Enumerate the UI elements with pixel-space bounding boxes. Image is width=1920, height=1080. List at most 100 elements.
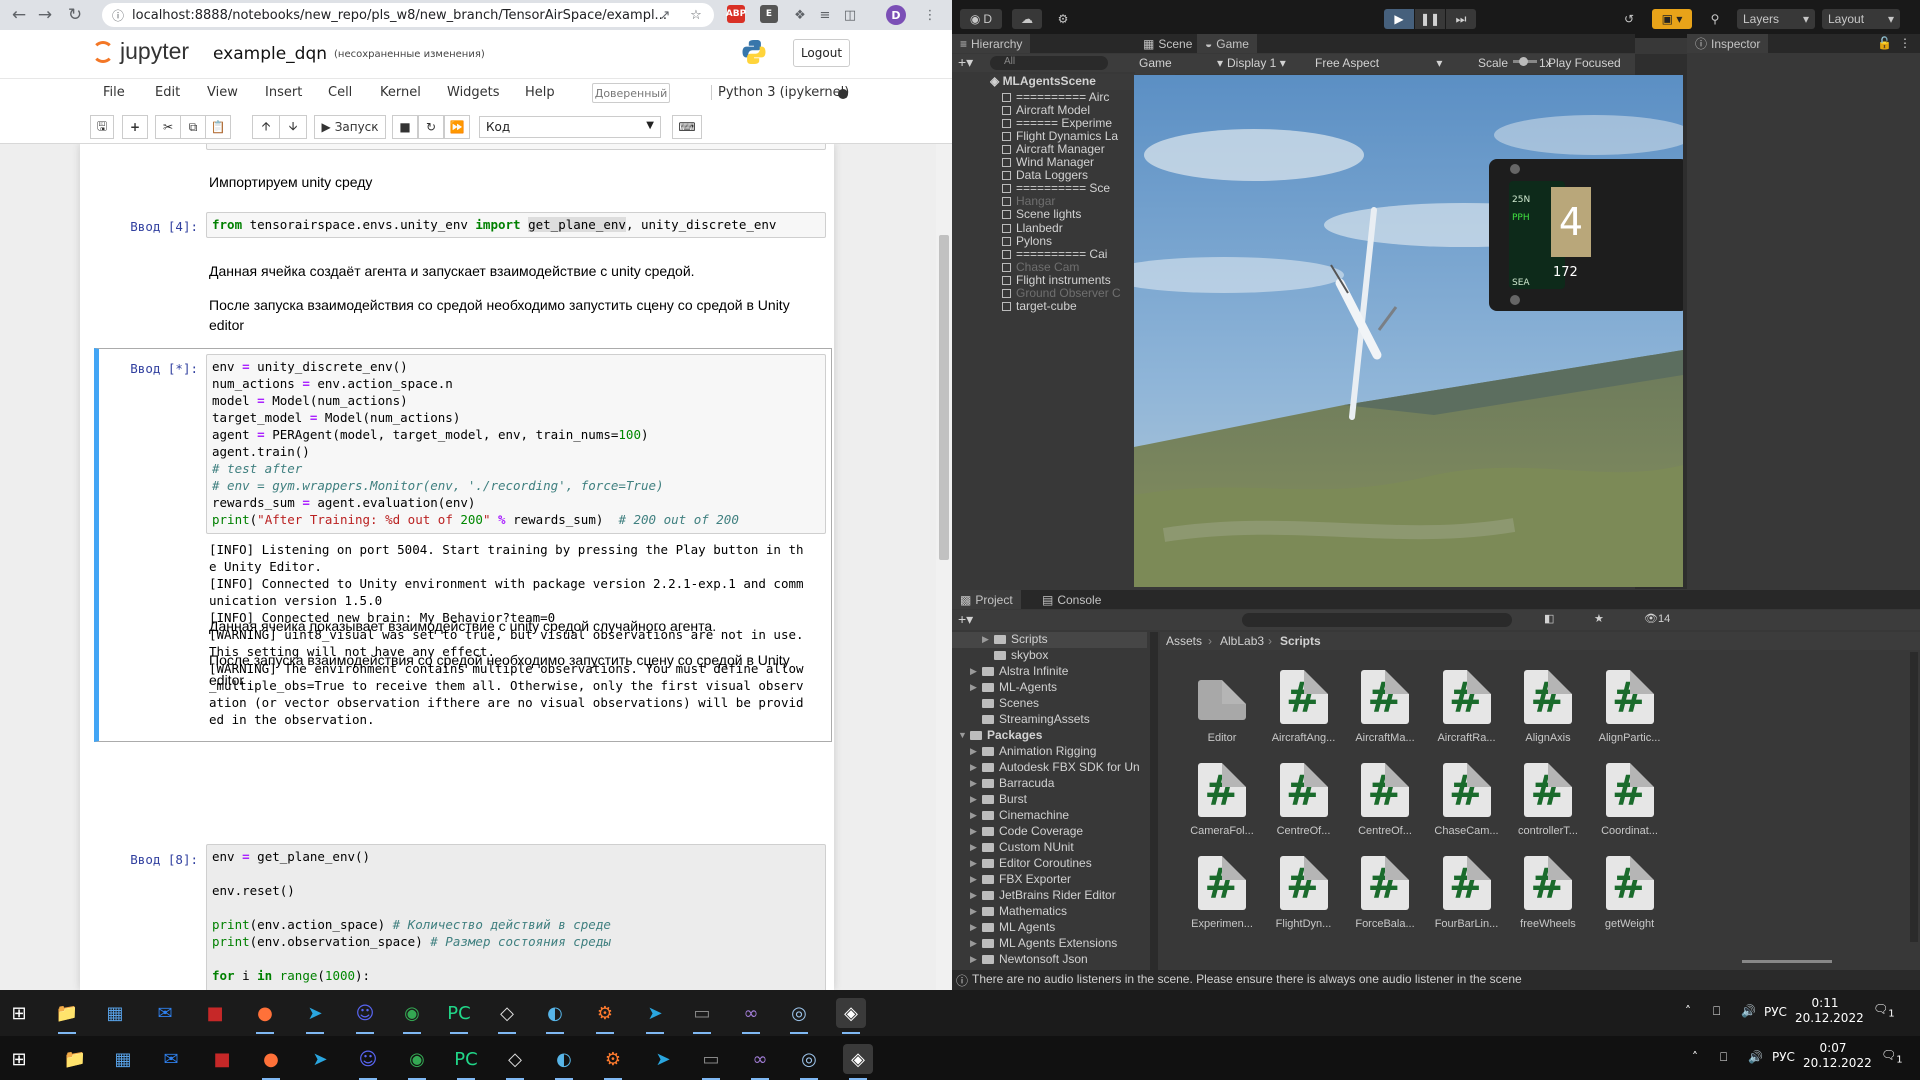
expand-arrow-icon[interactable]: ▶ [970, 826, 977, 837]
package-item[interactable]: ▶ Animation Rigging [952, 744, 1147, 760]
volume-icon[interactable]: 🔊 [1741, 1004, 1756, 1019]
telegram-icon[interactable]: ➤ [300, 998, 330, 1034]
scale-slider-thumb[interactable] [1519, 57, 1528, 66]
markdown-cell[interactable]: Данная ячейка показывает взаимодействие … [209, 616, 716, 636]
breadcrumb-alblab3[interactable]: AlbLab3 [1220, 634, 1264, 648]
jupyter-logo[interactable]: jupyter [92, 38, 189, 65]
package-item[interactable]: ▶ Autodesk FBX SDK for Un [952, 760, 1147, 776]
add-icon[interactable]: +▾ [958, 54, 973, 71]
expand-arrow-icon[interactable]: ▶ [970, 810, 977, 821]
folder-icon[interactable]: 📁 [52, 998, 82, 1034]
address-bar[interactable]: ⓘ localhost:8888/notebooks/new_repo/pls_… [102, 3, 714, 27]
telegram-desktop-icon[interactable]: ➤ [648, 1044, 678, 1074]
status-message[interactable]: There are no audio listeners in the scen… [972, 972, 1522, 986]
markdown-cell[interactable]: После запуска взаимодействия со средой н… [209, 295, 790, 335]
package-item[interactable]: ▶ Cinemachine [952, 808, 1147, 824]
markdown-cell[interactable]: Импортируем unity среду [209, 172, 372, 192]
expand-arrow-icon[interactable]: ▶ [982, 634, 989, 645]
folder-icon[interactable]: 📁 [60, 1044, 90, 1074]
notification-icon[interactable]: 🗨1 [1873, 1002, 1895, 1021]
notification-icon[interactable]: 🗨1 [1881, 1048, 1903, 1067]
tab-console[interactable]: ▤ Console [1034, 590, 1109, 609]
terminal-app-icon[interactable]: ■ [207, 1044, 237, 1074]
filter-type-icon[interactable]: ◧ [1544, 612, 1554, 625]
tab-game[interactable]: ◒ Game [1197, 34, 1257, 53]
project-search-input[interactable] [1242, 613, 1512, 627]
markdown-cell[interactable]: После запуска взаимодействия со средой н… [209, 650, 790, 690]
game-mode-dropdown[interactable]: Game ▾ [1139, 56, 1223, 70]
expand-arrow-icon[interactable]: ▶ [970, 858, 977, 869]
asset-script[interactable]: # freeWheels [1508, 856, 1588, 930]
package-item[interactable]: ▶ Mathematics [952, 904, 1147, 920]
side-panel-icon[interactable]: ◫ [840, 5, 860, 25]
language-indicator[interactable]: РУС [1772, 1050, 1795, 1065]
code-cell[interactable]: env = get_plane_env() env.reset() print(… [206, 844, 826, 990]
store-icon[interactable]: ▦ [108, 1044, 138, 1074]
collab-icon[interactable]: ⚙ [1050, 9, 1076, 29]
search-icon[interactable]: ⚲ [1702, 9, 1728, 29]
project-folder-item[interactable]: StreamingAssets [952, 712, 1147, 728]
settings-app-icon[interactable]: ⚙ [598, 1044, 628, 1080]
ms-edge-icon[interactable]: ◐ [549, 1044, 579, 1080]
asset-script[interactable]: # FlightDyn... [1264, 856, 1344, 930]
expand-arrow-icon[interactable]: ▶ [970, 954, 977, 965]
menu-edit[interactable]: Edit [155, 85, 180, 100]
asset-script[interactable]: # AlignAxis [1508, 670, 1588, 744]
package-item[interactable]: ▶ Newtonsoft Json [952, 952, 1147, 968]
packages-folder[interactable]: ▼ Packages [952, 728, 1147, 744]
unity-hub-icon[interactable]: ◇ [492, 998, 522, 1034]
menu-kernel[interactable]: Kernel [380, 85, 421, 100]
expand-arrow-icon[interactable]: ▶ [970, 682, 977, 693]
expand-arrow-icon[interactable]: ▶ [970, 762, 977, 773]
settings-app-icon[interactable]: ⚙ [590, 998, 620, 1034]
firefox-icon[interactable]: ● [256, 1044, 286, 1080]
run-button[interactable]: ▶ Запуск [314, 115, 386, 139]
step-button[interactable]: ⏭ [1446, 9, 1476, 29]
package-item[interactable]: ▶ FBX Exporter [952, 872, 1147, 888]
telegram-desktop-icon[interactable]: ➤ [640, 998, 670, 1034]
steam-icon[interactable]: ◎ [794, 1044, 824, 1080]
package-item[interactable]: ▶ ML Agents Extensions [952, 936, 1147, 952]
scrollbar-thumb[interactable] [939, 235, 949, 560]
asset-scrollbar[interactable] [1910, 652, 1918, 942]
menu-insert[interactable]: Insert [265, 85, 302, 100]
bookmark-star-icon[interactable]: ☆ [686, 5, 706, 25]
cloud-icon[interactable]: ☁ [1012, 9, 1042, 29]
interrupt-icon[interactable]: ■ [392, 115, 418, 139]
asset-script[interactable]: # CameraFol... [1182, 763, 1262, 837]
discord-icon[interactable]: ☺ [353, 1044, 383, 1080]
icon-size-slider[interactable] [1742, 960, 1832, 963]
asset-script[interactable]: # AircraftRa... [1427, 670, 1507, 744]
package-item[interactable]: ▶ Burst [952, 792, 1147, 808]
save-icon[interactable]: 🖫 [90, 115, 114, 139]
tab-project[interactable]: ▩ Project [952, 590, 1021, 609]
play-button[interactable]: ▶ [1384, 9, 1414, 29]
code-cell[interactable]: from tensorairspace.envs.unity_env impor… [206, 212, 826, 238]
project-folder-item[interactable]: ▶ Alstra Infinite [952, 664, 1147, 680]
aspect-dropdown[interactable]: Free Aspect ▾ [1315, 56, 1442, 70]
add-icon[interactable]: +▾ [958, 611, 973, 628]
package-item[interactable]: ▶ JetBrains Rider Editor [952, 888, 1147, 904]
chrome-icon[interactable]: ◉ [402, 1044, 432, 1080]
clock[interactable]: 0:07 20.12.2022 [1803, 1041, 1872, 1071]
network-icon[interactable]: ⎕ [1713, 1004, 1720, 1019]
adblock-extension-icon[interactable]: ABP [726, 5, 746, 23]
asset-script[interactable]: # getWeight [1590, 856, 1670, 930]
display-dropdown[interactable]: Display 1 ▾ [1227, 56, 1286, 70]
package-item[interactable]: ▶ Barracuda [952, 776, 1147, 792]
expand-arrow-icon[interactable]: ▶ [970, 922, 977, 933]
expand-arrow-icon[interactable]: ▶ [970, 778, 977, 789]
cut-icon[interactable]: ✂ [155, 115, 181, 139]
unity-editor-icon[interactable]: ◈ [836, 998, 866, 1034]
restart-run-all-icon[interactable]: ⏩ [444, 115, 470, 139]
package-item[interactable]: ▶ Custom NUnit [952, 840, 1147, 856]
telegram-icon[interactable]: ➤ [305, 1044, 335, 1074]
tab-inspector[interactable]: ⓘ Inspector [1687, 34, 1769, 53]
code-cell-partial[interactable] [206, 144, 826, 150]
extensions-puzzle-icon[interactable]: ❖ [790, 5, 810, 25]
pycharm-icon[interactable]: PC [444, 998, 474, 1034]
language-indicator[interactable]: РУС [1764, 1005, 1787, 1020]
game-view[interactable]: 25N PPH SEA 4 172 [1134, 75, 1683, 587]
windows-start-icon[interactable]: ⊞ [4, 1044, 34, 1074]
project-tree-scrollbar[interactable] [1150, 632, 1158, 972]
